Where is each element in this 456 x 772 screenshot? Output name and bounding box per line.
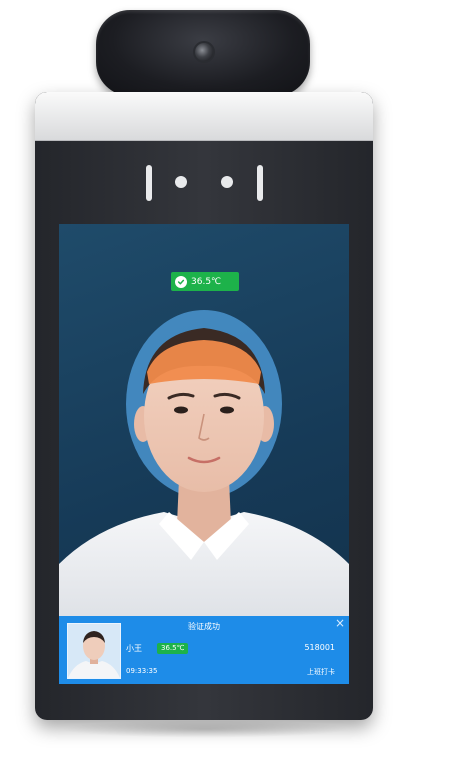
camera-lens-icon: [193, 41, 215, 63]
user-temperature: 36.5℃: [157, 643, 189, 654]
verification-info-panel: × 验证成功 小王 36.5℃ 518001 09:33:35 上班打卡: [59, 616, 349, 684]
verification-title: 验证成功: [188, 622, 220, 631]
temperature-badge: 36.5℃: [171, 272, 239, 291]
attendance-status: 上班打卡: [307, 668, 335, 676]
sensor-dot-right: [221, 176, 233, 188]
person-face-image: [59, 310, 349, 616]
user-name: 小王: [126, 644, 142, 653]
camera-module: [96, 10, 310, 102]
sensor-bar-left: [146, 165, 152, 201]
employee-id: 518001: [304, 643, 335, 652]
face-recognition-terminal: 36.5℃ × 验证成功 小王 36.5℃ 518001 09:33:35 上班…: [35, 92, 373, 720]
check-in-time: 09:33:35: [126, 667, 158, 675]
sensor-bar-right: [257, 165, 263, 201]
sensor-dot-left: [175, 176, 187, 188]
device-top-bezel: [35, 92, 373, 141]
temperature-value: 36.5℃: [191, 276, 222, 287]
display-screen: 36.5℃ × 验证成功 小王 36.5℃ 518001 09:33:35 上班…: [59, 224, 349, 684]
check-icon: [175, 275, 187, 288]
device-shadow: [60, 720, 350, 738]
